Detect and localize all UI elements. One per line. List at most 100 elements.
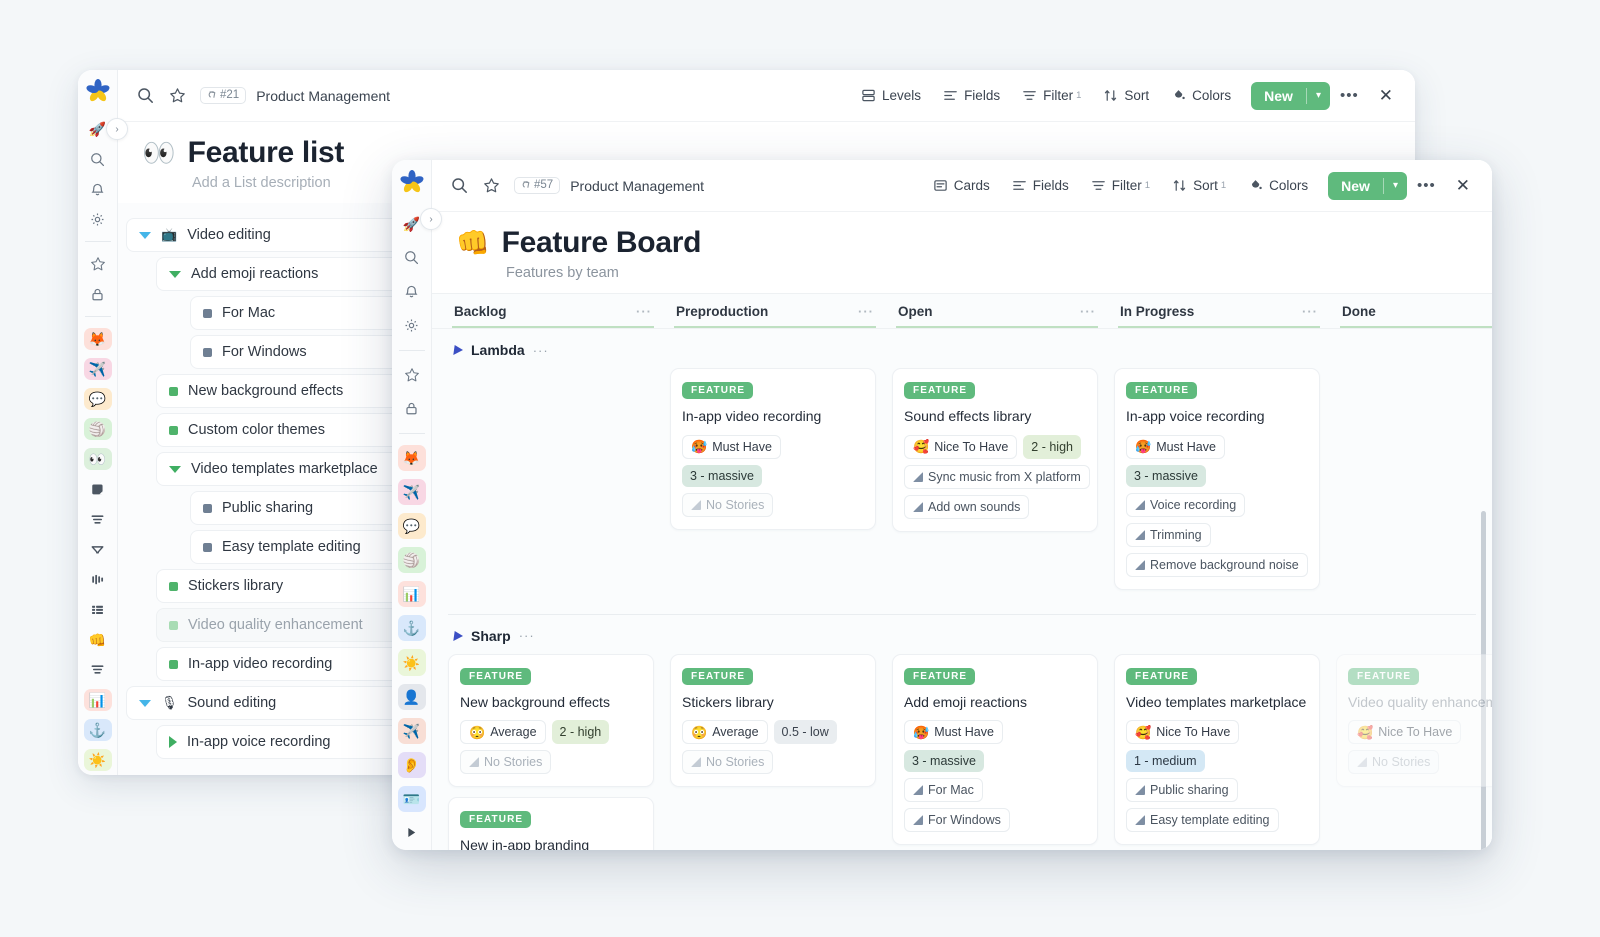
more-options-button[interactable]: •••	[1409, 171, 1444, 200]
story-pill[interactable]: Public sharing	[1126, 778, 1238, 802]
sun-icon[interactable]: ☀️	[84, 749, 112, 771]
value-pill[interactable]: 2 - high	[552, 720, 610, 744]
plane-icon[interactable]: ✈️	[398, 479, 426, 505]
app-logo-icon[interactable]	[397, 168, 427, 196]
speech-icon[interactable]: 💬	[84, 388, 112, 410]
close-button[interactable]: ✕	[1373, 82, 1399, 110]
back-window-rail[interactable]: › 🚀🦊✈️💬🏐👀👊📊⚓☀️	[78, 70, 118, 775]
board-description[interactable]: Features by team	[506, 265, 1476, 281]
story-pill[interactable]: Sync music from X platform	[904, 465, 1090, 489]
fields-button[interactable]: Fields	[933, 82, 1010, 109]
caret-right-icon[interactable]	[169, 736, 177, 748]
feature-card[interactable]: FEATURENew in-app branding🥵Must Have0.5 …	[448, 797, 654, 850]
board-cell[interactable]: FEATUREIn-app voice recording🥵Must Have3…	[1114, 368, 1336, 600]
anchor-icon[interactable]: ⚓	[398, 615, 426, 641]
feature-card[interactable]: FEATUREVideo templates marketplace🥰Nice …	[1114, 654, 1320, 846]
board-cell[interactable]: FEATUREVideo quality enhancement🥰Nice To…	[1336, 654, 1492, 851]
back-id-chip[interactable]: #21	[200, 87, 246, 104]
priority-pill[interactable]: 🥰Nice To Have	[904, 435, 1017, 459]
board-column-header[interactable]: Backlog···	[448, 294, 670, 328]
grid-icon[interactable]	[84, 599, 112, 621]
chart-icon[interactable]: 📊	[398, 581, 426, 607]
story-pill[interactable]: Remove background noise	[1126, 553, 1308, 577]
star-icon[interactable]	[398, 362, 426, 388]
priority-pill[interactable]: 😳Average	[682, 720, 768, 744]
column-menu-button[interactable]: ···	[1302, 304, 1318, 319]
plane2-icon[interactable]: ✈️	[398, 718, 426, 744]
app-logo-icon[interactable]	[83, 78, 113, 104]
ball-icon[interactable]: 🏐	[398, 547, 426, 573]
search-icon[interactable]	[398, 245, 426, 271]
board-column-header[interactable]: In Progress···	[1114, 294, 1336, 328]
filter-button[interactable]: Filter1	[1012, 82, 1091, 109]
close-button[interactable]: ✕	[1450, 172, 1476, 200]
play-icon[interactable]	[398, 820, 426, 846]
story-pill[interactable]: No Stories	[460, 750, 551, 774]
expand-sidebar-button[interactable]: ›	[106, 118, 128, 140]
search-icon[interactable]	[84, 148, 112, 170]
lock-icon[interactable]	[84, 283, 112, 305]
board-column-header[interactable]: Done···	[1336, 294, 1492, 328]
sort-button[interactable]: Sort	[1093, 82, 1159, 109]
priority-pill[interactable]: 🥰Nice To Have	[1126, 720, 1239, 744]
priority-pill[interactable]: 🥰Nice To Have	[1348, 720, 1461, 744]
page-title[interactable]: Feature list	[188, 136, 344, 170]
star-icon[interactable]	[164, 83, 190, 109]
chart-icon[interactable]: 📊	[84, 689, 112, 711]
bell-icon[interactable]	[398, 279, 426, 305]
swimlane-menu-button[interactable]: ···	[519, 628, 535, 643]
story-pill[interactable]: Trimming	[1126, 523, 1211, 547]
filter-button[interactable]: Filter1	[1081, 172, 1160, 199]
feature-card[interactable]: FEATUREIn-app voice recording🥵Must Have3…	[1114, 368, 1320, 590]
feature-card[interactable]: FEATUREAdd emoji reactions🥵Must Have3 - …	[892, 654, 1098, 846]
value-pill[interactable]: 2 - high	[1023, 435, 1081, 459]
anchor-icon[interactable]: ⚓	[84, 719, 112, 741]
collapse-sidebar-button[interactable]: ›	[420, 208, 442, 230]
column-menu-button[interactable]: ···	[636, 304, 652, 319]
priority-pill[interactable]: 🥵Must Have	[682, 435, 781, 459]
sun-icon[interactable]: ☀️	[398, 649, 426, 675]
gear-icon[interactable]	[398, 313, 426, 339]
story-pill[interactable]: No Stories	[682, 750, 773, 774]
fox-icon[interactable]: 🦊	[398, 445, 426, 471]
caret-down-icon[interactable]	[139, 700, 151, 707]
caret-down-icon[interactable]	[139, 232, 151, 239]
new-button[interactable]: New ▾	[1328, 172, 1407, 200]
board-body[interactable]: Lambda···FEATUREIn-app video recording🥵M…	[432, 329, 1492, 850]
value-pill[interactable]: 3 - massive	[904, 750, 984, 772]
swimlane-header[interactable]: Lambda···	[448, 329, 1492, 368]
person-check-icon[interactable]: 👤	[398, 684, 426, 710]
board-cell[interactable]	[448, 368, 670, 600]
story-pill[interactable]: No Stories	[682, 493, 773, 517]
fox-icon[interactable]: 🦊	[84, 328, 112, 350]
levels-button[interactable]: Levels	[851, 82, 931, 109]
value-pill[interactable]: 3 - massive	[1126, 465, 1206, 487]
feature-card[interactable]: FEATURENew background effects😳Average2 -…	[448, 654, 654, 788]
priority-pill[interactable]: 😳Average	[460, 720, 546, 744]
colors-button[interactable]: Colors	[1161, 82, 1241, 109]
story-pill[interactable]: No Stories	[1348, 750, 1439, 774]
board-cell[interactable]: FEATUREIn-app video recording🥵Must Have3…	[670, 368, 892, 600]
board-column-header[interactable]: Preproduction···	[670, 294, 892, 328]
colors-button[interactable]: Colors	[1238, 172, 1318, 199]
board-title[interactable]: Feature Board	[502, 226, 701, 260]
search-icon[interactable]	[446, 173, 472, 199]
priority-pill[interactable]: 🥵Must Have	[904, 720, 1003, 744]
bell-icon[interactable]	[84, 178, 112, 200]
bars-icon[interactable]	[84, 568, 112, 590]
new-button[interactable]: New ▾	[1251, 82, 1330, 110]
plane-icon[interactable]: ✈️	[84, 358, 112, 380]
ear-icon[interactable]: 👂	[398, 752, 426, 778]
front-id-chip[interactable]: #57	[514, 177, 560, 194]
chevron-down-icon[interactable]: ▾	[1307, 82, 1330, 110]
story-pill[interactable]: Add own sounds	[904, 495, 1029, 519]
star-icon[interactable]	[478, 173, 504, 199]
fist-icon[interactable]: 👊	[84, 629, 112, 651]
front-rail-items[interactable]: 🚀🦊✈️💬🏐📊⚓☀️👤✈️👂🪪	[398, 206, 426, 850]
caret-down-icon[interactable]	[169, 271, 181, 278]
star-icon[interactable]	[84, 253, 112, 275]
chevron-down-icon[interactable]: ▾	[1384, 172, 1407, 200]
feature-board-window[interactable]: › 🚀🦊✈️💬🏐📊⚓☀️👤✈️👂🪪 #57	[392, 160, 1492, 850]
feature-card[interactable]: FEATUREStickers library😳Average0.5 - low…	[670, 654, 876, 788]
lock-icon[interactable]	[398, 396, 426, 422]
